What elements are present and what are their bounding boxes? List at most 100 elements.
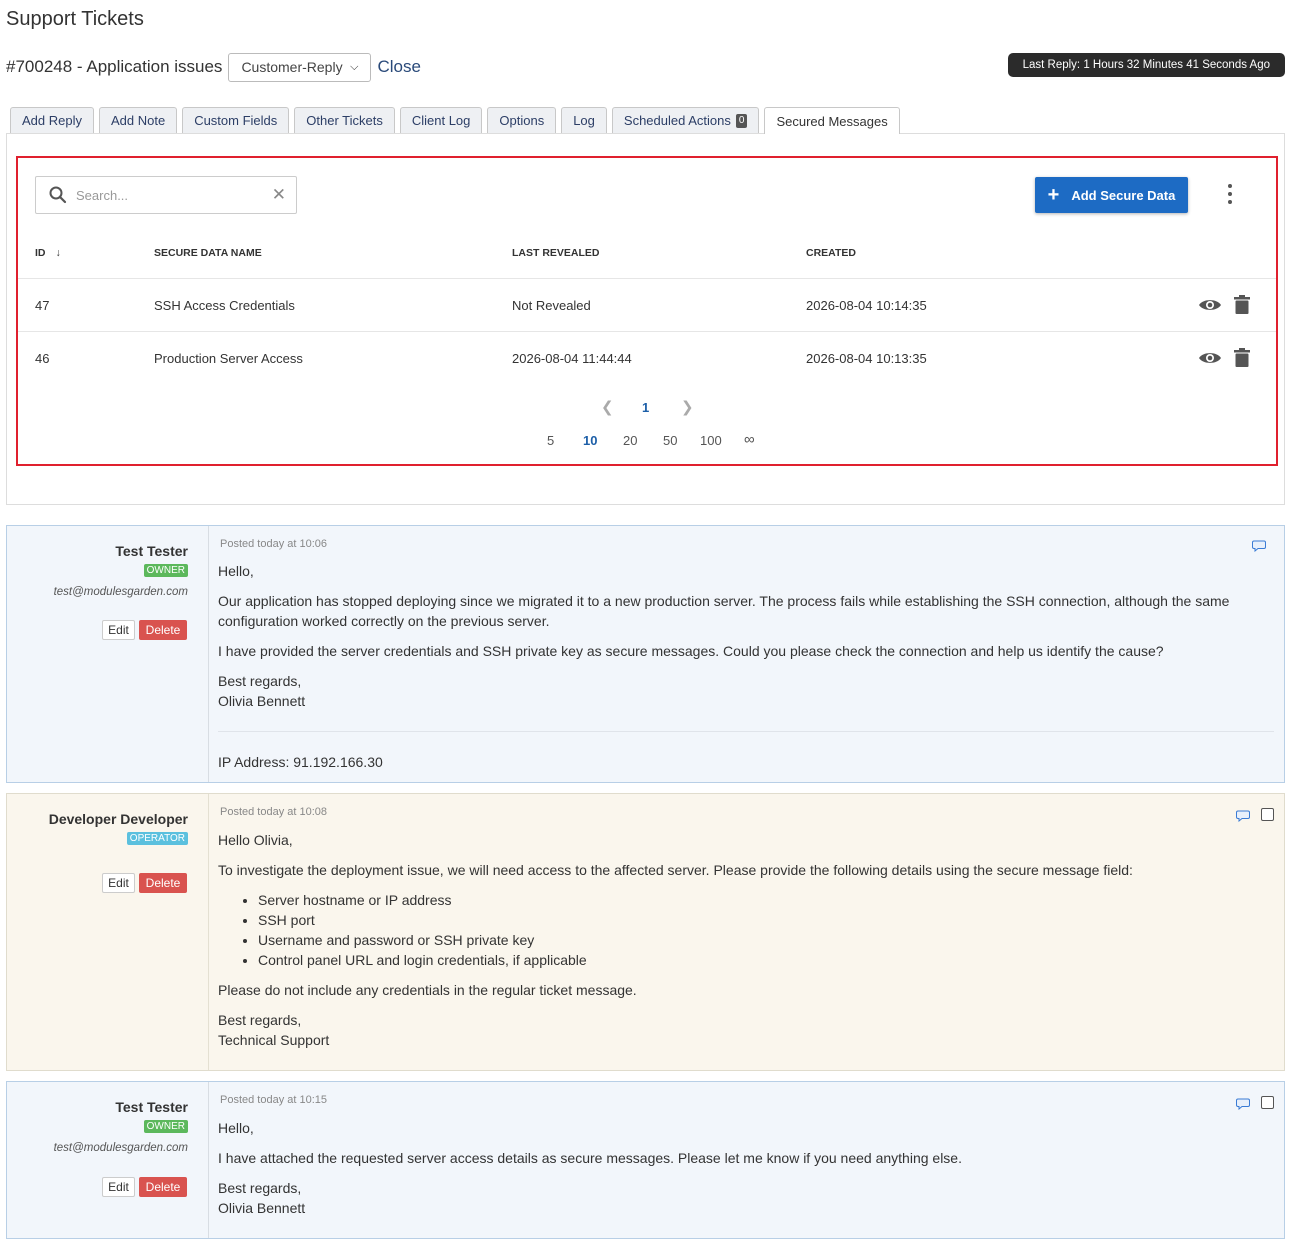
reply-body: Posted today at 10:06 Hello, Our applica… (218, 526, 1274, 782)
more-options-icon[interactable] (1222, 184, 1238, 204)
ticket-reply: Developer Developer OPERATOR Edit Delete… (6, 793, 1285, 1071)
cell-created: 2026-08-04 10:14:35 (806, 298, 927, 313)
tab-log[interactable]: Log (561, 107, 607, 133)
status-select[interactable]: Customer-Reply ⌵ (228, 52, 372, 82)
message-signature: Olivia Bennett (218, 693, 306, 709)
message-closing: Best regards, (218, 1180, 302, 1196)
posted-time: Posted today at 10:06 (220, 538, 328, 550)
operator-badge: OPERATOR (126, 832, 188, 845)
cell-created: 2026-08-04 10:13:35 (806, 351, 927, 366)
divider (218, 731, 1274, 732)
add-secure-data-button[interactable]: + Add Secure Data (1035, 177, 1188, 213)
quote-icon[interactable] (1236, 810, 1250, 822)
posted-time: Posted today at 10:15 (220, 1094, 328, 1106)
page-size-all[interactable]: ∞ (744, 431, 755, 448)
tab-scheduled-actions[interactable]: Scheduled Actions 0 (611, 107, 760, 133)
tab-add-note[interactable]: Add Note (98, 107, 178, 133)
page-size-100[interactable]: 100 (700, 433, 722, 448)
ticket-reply: Test Tester OWNER test@modulesgarden.com… (6, 525, 1285, 783)
scheduled-count-badge: 0 (735, 113, 748, 128)
edit-button[interactable]: Edit (102, 1177, 135, 1197)
page-size-10[interactable]: 10 (583, 433, 597, 448)
tab-options[interactable]: Options (487, 107, 557, 133)
message-list: Server hostname or IP address SSH port U… (218, 890, 1274, 970)
sort-arrow-down-icon: ↓ (55, 247, 61, 259)
list-item: Server hostname or IP address (258, 890, 1274, 910)
message-greeting: Hello Olivia, (218, 832, 293, 848)
row-divider (18, 278, 1276, 279)
plus-icon: + (1047, 184, 1060, 206)
delete-button[interactable]: Delete (139, 873, 187, 893)
cell-name: SSH Access Credentials (154, 298, 295, 313)
author-email: test@modulesgarden.com (53, 586, 188, 598)
last-reply-badge: Last Reply: 1 Hours 32 Minutes 41 Second… (1007, 53, 1285, 77)
clear-search-icon[interactable]: ✕ (272, 185, 286, 205)
tab-secured-messages[interactable]: Secured Messages (764, 107, 900, 134)
delete-button[interactable]: Delete (139, 1177, 187, 1197)
column-header-id[interactable]: ID ↓ (35, 247, 61, 259)
reply-body: Posted today at 10:08 Hello Olivia, To i… (218, 794, 1274, 1070)
tab-add-reply[interactable]: Add Reply (10, 107, 94, 133)
eye-icon[interactable] (1198, 297, 1222, 313)
cell-last-revealed: Not Revealed (512, 298, 591, 313)
message-paragraph: Please do not include any credentials in… (218, 982, 637, 998)
cell-name: Production Server Access (154, 351, 303, 366)
cell-last-revealed: 2026-08-04 11:44:44 (512, 351, 632, 366)
message-paragraph: I have provided the server credentials a… (218, 643, 1164, 659)
page-size-50[interactable]: 50 (663, 433, 677, 448)
next-page-icon[interactable]: ❯ (681, 398, 694, 416)
secure-data-box: Search... ✕ + Add Secure Data ID ↓ SECURE… (16, 156, 1278, 466)
tab-client-log[interactable]: Client Log (399, 107, 483, 133)
cell-id: 46 (35, 351, 50, 366)
ticket-header: #700248 - Application issues Customer-Re… (6, 52, 421, 82)
edit-button[interactable]: Edit (102, 873, 135, 893)
message-closing: Best regards, (218, 673, 302, 689)
close-ticket-link[interactable]: Close (377, 57, 420, 77)
list-item: Control panel URL and login credentials,… (258, 950, 1274, 970)
author-email: test@modulesgarden.com (53, 1142, 188, 1154)
select-checkbox[interactable] (1261, 1096, 1274, 1109)
tab-other-tickets[interactable]: Other Tickets (294, 107, 395, 133)
page-size-5[interactable]: 5 (547, 433, 554, 448)
list-item: SSH port (258, 910, 1274, 930)
select-checkbox[interactable] (1261, 808, 1274, 821)
search-box[interactable]: Search... ✕ (35, 176, 297, 214)
author-name: Test Tester (115, 1099, 188, 1115)
ip-address: IP Address: 91.192.166.30 (218, 754, 383, 770)
page-number[interactable]: 1 (642, 400, 649, 415)
status-value: Customer-Reply (241, 59, 343, 75)
ticket-reply: Test Tester OWNER test@modulesgarden.com… (6, 1081, 1285, 1239)
message-greeting: Hello, (218, 1120, 254, 1136)
trash-icon[interactable] (1234, 348, 1250, 367)
column-header-last-revealed[interactable]: LAST REVEALED (512, 247, 600, 259)
column-header-name[interactable]: SECURE DATA NAME (154, 247, 262, 259)
tab-custom-fields[interactable]: Custom Fields (182, 107, 290, 133)
message-paragraph: To investigate the deployment issue, we … (218, 862, 1133, 878)
page-size-20[interactable]: 20 (623, 433, 637, 448)
posted-time: Posted today at 10:08 (220, 806, 328, 818)
secured-messages-panel: Search... ✕ + Add Secure Data ID ↓ SECURE… (6, 133, 1285, 505)
trash-icon[interactable] (1234, 295, 1250, 314)
reply-body: Posted today at 10:15 Hello, I have atta… (218, 1082, 1274, 1238)
author-name: Test Tester (115, 543, 188, 559)
message-signature: Technical Support (218, 1032, 330, 1048)
page-title: Support Tickets (6, 8, 144, 30)
eye-icon[interactable] (1198, 350, 1222, 366)
search-icon (49, 186, 67, 204)
quote-icon[interactable] (1236, 1098, 1250, 1110)
column-header-created[interactable]: CREATED (806, 247, 856, 259)
owner-badge: OWNER (143, 564, 188, 577)
message-greeting: Hello, (218, 563, 254, 579)
reply-author-panel: Developer Developer OPERATOR Edit Delete (7, 794, 209, 1070)
delete-button[interactable]: Delete (139, 620, 187, 640)
reply-author-panel: Test Tester OWNER test@modulesgarden.com… (7, 1082, 209, 1238)
edit-button[interactable]: Edit (102, 620, 135, 640)
ticket-title: #700248 - Application issues (6, 57, 223, 76)
search-input[interactable]: Search... (76, 188, 272, 203)
quote-icon[interactable] (1252, 540, 1266, 552)
prev-page-icon[interactable]: ❮ (601, 398, 614, 416)
chevron-down-icon: ⌵ (350, 60, 359, 73)
ticket-tabs: Add Reply Add Note Custom Fields Other T… (10, 107, 905, 134)
author-name: Developer Developer (48, 811, 188, 827)
row-divider (18, 331, 1276, 332)
